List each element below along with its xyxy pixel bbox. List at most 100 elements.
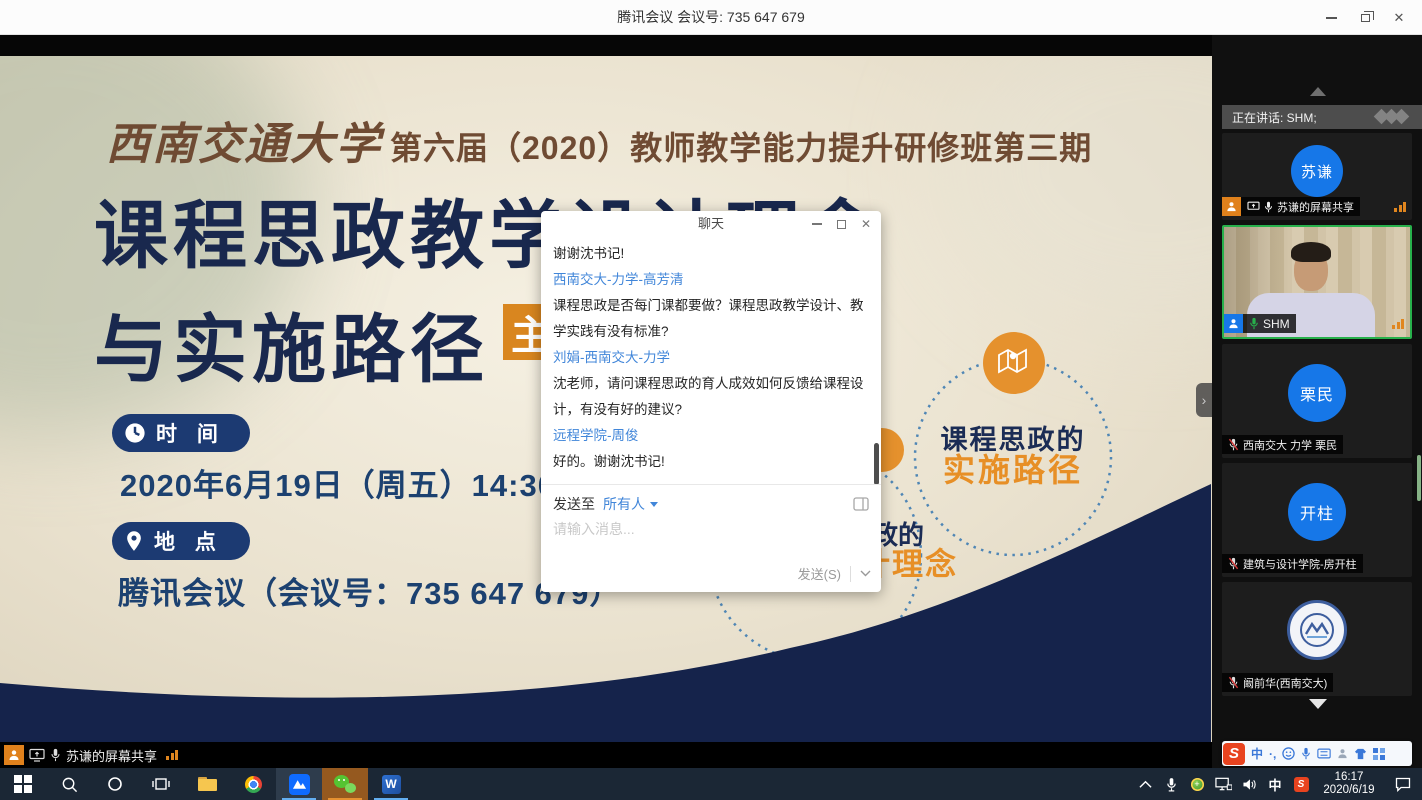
scroll-down-arrow[interactable] <box>1309 699 1327 709</box>
avatar: 苏谦 <box>1291 145 1343 197</box>
participant-tile-limin[interactable]: 栗民 西南交大 力学 栗民 <box>1222 344 1412 458</box>
tray-expand-button[interactable] <box>1132 768 1158 800</box>
chevron-down-icon[interactable] <box>650 502 658 507</box>
notification-icon <box>1395 777 1411 792</box>
popout-chat-icon[interactable] <box>853 497 869 511</box>
chat-scrollbar[interactable] <box>874 443 879 485</box>
time-pill: 时 间 <box>112 414 250 452</box>
divider <box>850 566 851 582</box>
participants-sidebar: 正在讲话: SHM; 苏谦 苏谦的屏幕共享 <box>1212 35 1422 768</box>
ime-punctuation-toggle[interactable]: ·, <box>1269 747 1276 761</box>
sidebar-scrollbar[interactable] <box>1417 455 1421 501</box>
send-to-label: 发送至 <box>553 494 595 514</box>
account-icon[interactable] <box>1337 748 1348 759</box>
chat-message-input[interactable] <box>553 521 853 537</box>
participant-label: 阚前华(西南交大) <box>1243 675 1327 691</box>
chat-close-button[interactable]: ✕ <box>861 217 871 231</box>
send-button[interactable]: 发送(S) <box>798 564 841 583</box>
participant-label: 建筑与设计学院-房开柱 <box>1243 556 1357 572</box>
tray-mic-button[interactable] <box>1158 768 1184 800</box>
task-view-button[interactable] <box>138 768 184 800</box>
share-banner-text: 苏谦的屏幕共享 <box>66 746 157 765</box>
tray-ime-indicator[interactable]: 中 <box>1262 768 1288 800</box>
mic-icon <box>50 748 61 762</box>
tray-network-button[interactable] <box>1210 768 1236 800</box>
chat-maximize-button[interactable] <box>837 220 846 229</box>
emoji-icon[interactable] <box>1282 747 1295 760</box>
location-pin-icon <box>124 530 144 552</box>
sogou-logo[interactable]: S <box>1223 743 1245 765</box>
file-explorer-button[interactable] <box>184 768 230 800</box>
place-label: 地 点 <box>154 526 223 556</box>
member-icon <box>1224 314 1243 333</box>
start-button[interactable] <box>0 768 46 800</box>
chat-footer: 发送至 所有人 发送(S) <box>541 484 881 592</box>
wechat-button[interactable] <box>322 768 368 800</box>
tray-sogou-button[interactable]: S <box>1288 768 1314 800</box>
tencent-meeting-button[interactable] <box>276 768 322 800</box>
chevron-up-icon <box>1139 780 1152 789</box>
voice-input-icon[interactable] <box>1301 747 1311 760</box>
skin-icon[interactable] <box>1354 748 1367 760</box>
chat-sender: 刘娟-西南交大-力学 <box>553 345 871 371</box>
now-speaking-text: 正在讲话: SHM; <box>1232 109 1317 126</box>
participant-tile-kanqianhua[interactable]: 阚前华(西南交大) <box>1222 582 1412 696</box>
soft-keyboard-icon[interactable] <box>1317 748 1331 759</box>
chat-minimize-button[interactable] <box>812 223 822 225</box>
send-to-selector[interactable]: 所有人 <box>603 494 645 514</box>
chat-sender: 远程学院-周俊 <box>553 423 871 449</box>
presenter-icon <box>1222 197 1241 216</box>
windows-logo-icon <box>14 775 32 793</box>
signal-bars-icon <box>1392 319 1404 329</box>
clock-date: 2020/6/19 <box>1323 784 1374 797</box>
chat-titlebar[interactable]: 聊天 ✕ <box>541 211 881 237</box>
window-restore-button[interactable] <box>1348 0 1382 35</box>
clock-icon <box>124 422 146 444</box>
slide-title-row: 西南交通大学 第六届（2020）教师教学能力提升研修班第三期 <box>106 108 1092 172</box>
signal-bars-icon <box>166 750 178 760</box>
toolbox-grid-icon[interactable] <box>1373 748 1385 760</box>
chat-message: 谢谢沈书记! <box>553 241 871 267</box>
taskbar-clock[interactable]: 16:17 2020/6/19 <box>1314 768 1384 800</box>
search-button[interactable] <box>46 768 92 800</box>
speaker-icon <box>1242 778 1257 791</box>
task-view-icon <box>152 776 170 792</box>
chat-message: 课程思政是否每门课都要做？课程思政教学设计、教学实践有没有标准? <box>553 293 871 345</box>
window-title: 腾讯会议 会议号: 735 647 679 <box>0 0 1422 35</box>
restore-icon <box>1361 14 1370 22</box>
action-center-button[interactable] <box>1384 768 1422 800</box>
workshop-subtitle: 第六届（2020）教师教学能力提升研修班第三期 <box>390 123 1092 169</box>
avatar: 开柱 <box>1288 483 1346 541</box>
participant-tile-shm-video[interactable]: SHM <box>1222 225 1412 339</box>
top-black-bar <box>0 35 1212 56</box>
mic-active-icon <box>1249 317 1259 330</box>
place-pill: 地 点 <box>112 522 250 560</box>
window-minimize-button[interactable] <box>1314 0 1348 35</box>
tray-antivirus-button[interactable]: + <box>1184 768 1210 800</box>
implementation-circle-label: 课程思政的 实施路径 <box>915 426 1111 488</box>
tray-volume-button[interactable] <box>1236 768 1262 800</box>
close-icon: ✕ <box>1394 10 1405 26</box>
sogou-logo: S <box>1294 777 1309 792</box>
scroll-up-arrow[interactable] <box>1310 87 1326 96</box>
participant-label: 西南交大 力学 栗民 <box>1243 437 1337 453</box>
search-icon <box>61 776 78 793</box>
participant-tile-suqian[interactable]: 苏谦 苏谦的屏幕共享 <box>1222 133 1412 220</box>
chrome-button[interactable] <box>230 768 276 800</box>
ime-mode-toggle[interactable]: 中 <box>1251 745 1263 762</box>
word-button[interactable]: W <box>368 768 414 800</box>
sidebar-collapse-handle[interactable]: › <box>1196 383 1212 417</box>
mic-icon <box>1264 201 1273 213</box>
windows-taskbar: W + <box>0 768 1422 800</box>
window-close-button[interactable]: ✕ <box>1382 0 1416 35</box>
chat-message-list[interactable]: 谢谢沈书记! 西南交大-力学-高芳清 课程思政是否每门课都要做？课程思政教学设计… <box>541 237 881 484</box>
minimize-icon <box>1326 17 1337 19</box>
cortana-icon <box>107 776 123 792</box>
screen-share-icon <box>29 748 45 762</box>
send-options-chevron-icon[interactable] <box>860 570 871 577</box>
mic-muted-icon <box>1228 676 1239 689</box>
mic-muted-icon <box>1228 557 1239 570</box>
cortana-button[interactable] <box>92 768 138 800</box>
participant-tile-kaizhu[interactable]: 开柱 建筑与设计学院-房开柱 <box>1222 463 1412 577</box>
presenter-icon <box>4 745 24 765</box>
